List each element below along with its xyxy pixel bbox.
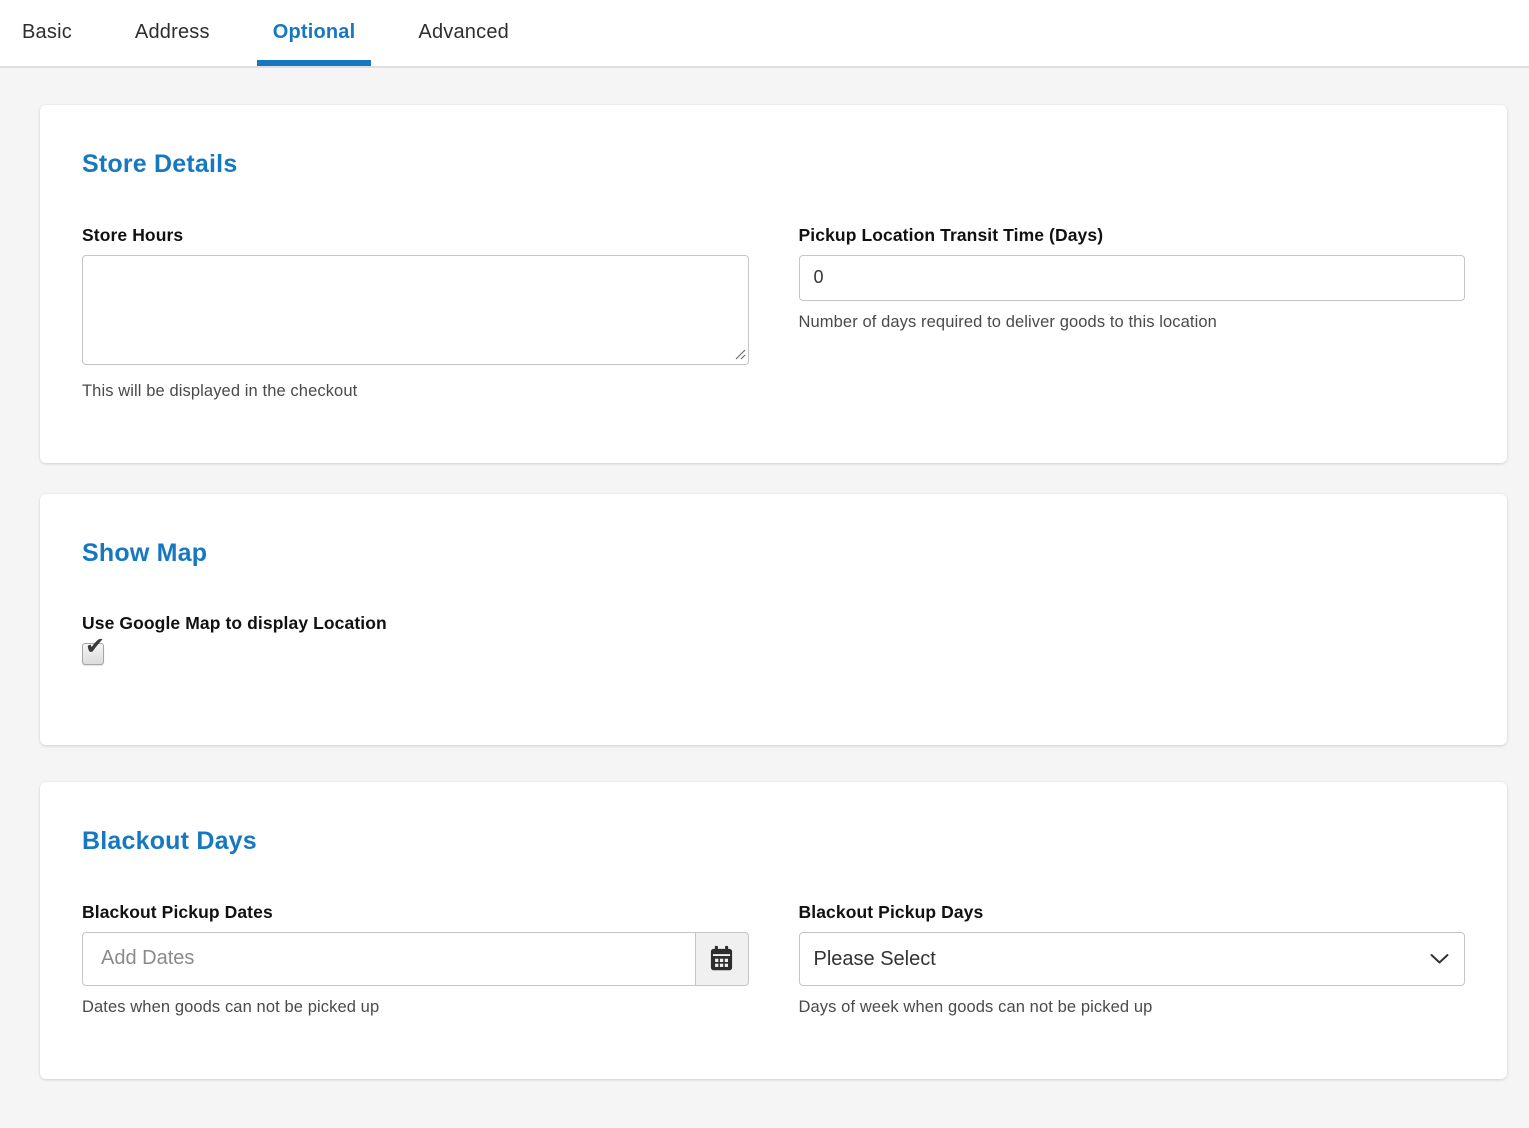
store-hours-helper: This will be displayed in the checkout [82,382,749,401]
transit-time-label: Pickup Location Transit Time (Days) [799,225,1466,246]
blackout-days-card: Blackout Days Blackout Pickup Dates [40,782,1507,1079]
blackout-pickup-dates-label: Blackout Pickup Dates [82,902,749,923]
tab-advanced[interactable]: Advanced [402,0,525,66]
blackout-pickup-days-select-wrap: Please Select [799,932,1466,986]
tab-optional[interactable]: Optional [257,0,372,66]
store-hours-label: Store Hours [82,225,749,246]
checkmark-icon: ✔ [85,635,105,659]
blackout-pickup-dates-field: Blackout Pickup Dates [82,902,749,1017]
blackout-pickup-dates-helper: Dates when goods can not be picked up [82,998,749,1017]
blackout-pickup-dates-input[interactable] [82,932,695,986]
tab-bar: Basic Address Optional Advanced [0,0,1529,68]
show-map-card: Show Map Use Google Map to display Locat… [40,494,1507,746]
use-google-map-field: Use Google Map to display Location ✔ [82,613,1465,665]
transit-time-input[interactable] [799,255,1466,301]
blackout-pickup-days-select[interactable]: Please Select [799,932,1466,986]
blackout-pickup-dates-group [82,932,749,986]
blackout-pickup-days-label: Blackout Pickup Days [799,902,1466,923]
store-details-card: Store Details Store Hours This will be d… [40,105,1507,463]
blackout-pickup-days-field: Blackout Pickup Days Please Select Days … [799,902,1466,1017]
content-area: Store Details Store Hours This will be d… [0,68,1529,1128]
store-hours-field: Store Hours This will be displayed in th… [82,225,749,401]
open-date-picker-button[interactable] [695,932,749,986]
show-map-title: Show Map [82,540,1465,568]
store-hours-textarea[interactable] [82,255,749,365]
blackout-days-fields: Blackout Pickup Dates [82,902,1465,1017]
blackout-pickup-days-helper: Days of week when goods can not be picke… [799,998,1466,1017]
tab-basic[interactable]: Basic [6,0,88,66]
blackout-days-title: Blackout Days [82,828,1465,856]
tab-address[interactable]: Address [119,0,226,66]
calendar-icon [708,945,735,972]
store-details-fields: Store Hours This will be displayed in th… [82,225,1465,401]
transit-time-helper: Number of days required to deliver goods… [799,313,1466,332]
use-google-map-checkbox[interactable]: ✔ [82,643,104,665]
store-details-title: Store Details [82,151,1465,179]
store-hours-textarea-wrap [82,255,749,370]
transit-time-field: Pickup Location Transit Time (Days) Numb… [799,225,1466,332]
use-google-map-label: Use Google Map to display Location [82,613,1465,634]
